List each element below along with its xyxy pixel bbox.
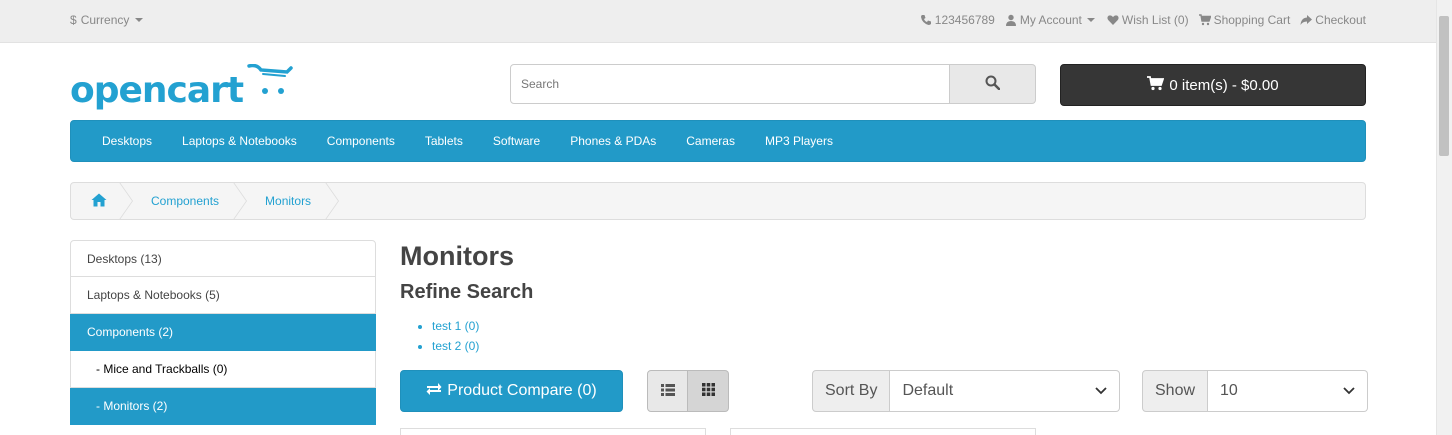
breadcrumb-components[interactable]: Components [133,183,248,219]
user-icon [1005,14,1017,26]
cart-button[interactable]: 0 item(s) - $0.00 [1060,64,1366,106]
menu-item-mp3-players[interactable]: MP3 Players [750,134,848,148]
list-view-button[interactable] [647,370,688,412]
sort-by-label: Sort By [812,370,891,412]
caret-down-icon [1085,14,1097,26]
search-button[interactable] [950,64,1036,104]
menu-item-tablets[interactable]: Tablets [410,134,478,148]
refine-search-list: test 1 (0) test 2 (0) [432,316,479,356]
menu-item-desktops[interactable]: Desktops [87,134,167,148]
chevron-down-icon [1343,382,1355,400]
refine-link-test-1[interactable]: test 1 (0) [432,319,479,333]
refine-link-test-2[interactable]: test 2 (0) [432,339,479,353]
show-limit-select[interactable]: 10 [1208,370,1369,412]
search-group [510,64,1036,104]
chevron-down-icon [1095,382,1108,400]
exchange-icon [426,382,442,401]
menu-item-software[interactable]: Software [478,134,555,148]
product-card[interactable] [400,428,706,435]
menu-item-phones-pdas[interactable]: Phones & PDAs [555,134,671,148]
menu-item-components[interactable]: Components [312,134,410,148]
breadcrumb-monitors[interactable]: Monitors [247,183,340,219]
sidebar-item-desktops[interactable]: Desktops (13) [70,240,376,277]
sort-by-value: Default [902,382,954,399]
my-account-label: My Account [1019,13,1082,27]
show-label: Show [1142,370,1209,412]
view-toggle [647,370,729,412]
phone-link[interactable]: 123456789 [920,13,995,27]
currency-symbol: $ [70,13,77,27]
phone-icon [920,14,932,26]
sidebar-item-mice-trackballs[interactable]: - Mice and Trackballs (0) [70,351,376,388]
grid-view-button[interactable] [688,370,729,412]
menu-item-laptops-notebooks[interactable]: Laptops & Notebooks [167,134,312,148]
caret-down-icon [133,14,145,26]
scrollbar-thumb[interactable] [1439,16,1449,156]
my-account-dropdown[interactable]: My Account [1005,13,1097,27]
breadcrumb: Components Monitors [70,182,1366,220]
cart-icon [1147,75,1165,95]
category-sidebar: Desktops (13) Laptops & Notebooks (5) Co… [70,240,376,425]
currency-dropdown[interactable]: $ Currency [70,13,145,27]
show-limit-group: Show 10 [1142,370,1369,412]
checkout-link[interactable]: Checkout [1300,13,1366,27]
list-item: test 1 (0) [432,316,479,336]
search-input[interactable] [510,64,950,104]
share-icon [1300,14,1313,26]
sidebar-item-laptops-notebooks[interactable]: Laptops & Notebooks (5) [70,277,376,314]
page-scrollbar[interactable] [1436,0,1452,435]
logo-cart-icon [247,63,293,105]
wish-list-label: Wish List (0) [1121,13,1189,27]
heart-icon [1107,14,1119,26]
wish-list-link[interactable]: Wish List (0) [1107,13,1189,27]
sidebar-item-monitors[interactable]: - Monitors (2) [70,388,376,425]
sort-by-group: Sort By Default [812,370,1121,412]
page-title: Monitors [400,241,514,271]
shopping-cart-link[interactable]: Shopping Cart [1198,13,1291,27]
shopping-cart-label: Shopping Cart [1213,13,1291,27]
list-icon [660,383,675,399]
product-compare-label: Product Compare (0) [447,382,597,399]
top-bar: $ Currency 123456789 My Account Wish Lis… [0,0,1436,43]
home-icon [91,193,107,210]
logo-text: opencart [70,70,244,111]
cart-icon [1198,14,1211,26]
store-logo[interactable]: opencart [70,63,293,111]
sort-by-select[interactable]: Default [890,370,1121,412]
grid-icon [701,383,715,399]
main-menu: Desktops Laptops & Notebooks Components … [70,120,1366,162]
refine-search-title: Refine Search [400,281,534,303]
product-compare-button[interactable]: Product Compare (0) [400,370,623,412]
product-card[interactable] [730,428,1036,435]
breadcrumb-home[interactable] [71,183,133,219]
sidebar-item-components[interactable]: Components (2) [70,314,376,351]
cart-button-label: 0 item(s) - $0.00 [1169,76,1279,94]
menu-item-cameras[interactable]: Cameras [671,134,750,148]
search-icon [985,75,1001,93]
phone-number: 123456789 [934,13,995,27]
show-limit-value: 10 [1220,382,1238,399]
list-item: test 2 (0) [432,336,479,356]
currency-label: Currency [80,13,130,27]
checkout-label: Checkout [1315,13,1366,27]
